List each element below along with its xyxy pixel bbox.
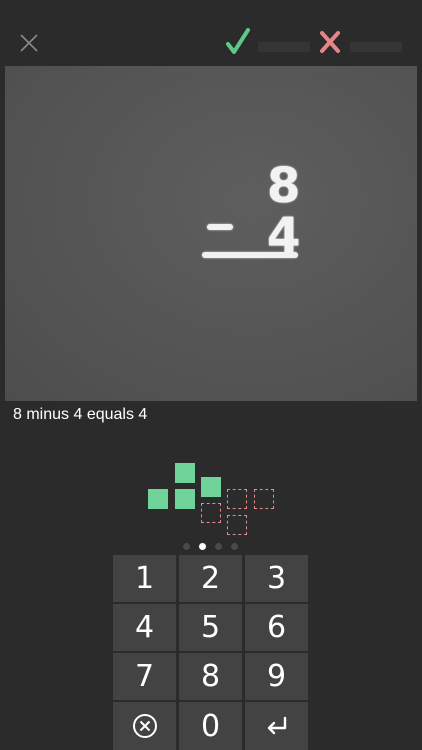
key-1[interactable]: 1 xyxy=(113,555,176,602)
empty-block xyxy=(254,489,274,509)
clear-key[interactable] xyxy=(113,702,176,750)
key-9[interactable]: 9 xyxy=(245,653,308,700)
filled-block xyxy=(175,489,195,509)
chalkboard: 8 4 xyxy=(5,66,417,401)
pager-dot-active[interactable] xyxy=(199,543,206,550)
empty-block xyxy=(227,489,247,509)
key-0[interactable]: 0 xyxy=(179,702,242,750)
enter-key[interactable] xyxy=(245,702,308,750)
close-icon xyxy=(20,34,38,52)
correct-score-bar xyxy=(258,42,310,52)
pager-dot[interactable] xyxy=(215,543,222,550)
empty-block xyxy=(201,503,221,523)
key-5[interactable]: 5 xyxy=(179,604,242,651)
wrong-score-bar xyxy=(350,42,402,52)
problem-caption: 8 minus 4 equals 4 xyxy=(13,406,148,423)
close-button[interactable] xyxy=(14,28,44,58)
key-4[interactable]: 4 xyxy=(113,604,176,651)
clear-icon xyxy=(132,714,157,738)
checkmark-icon xyxy=(226,28,250,54)
minus-sign xyxy=(207,224,233,230)
enter-icon xyxy=(267,716,286,735)
key-3[interactable]: 3 xyxy=(245,555,308,602)
key-8[interactable]: 8 xyxy=(179,653,242,700)
key-7[interactable]: 7 xyxy=(113,653,176,700)
top-bar xyxy=(0,0,422,66)
top-number: 8 xyxy=(267,158,301,214)
filled-block xyxy=(201,477,221,497)
key-6[interactable]: 6 xyxy=(245,604,308,651)
pager-dot[interactable] xyxy=(183,543,190,550)
pager-dot[interactable] xyxy=(231,543,238,550)
filled-block xyxy=(175,463,195,483)
key-2[interactable]: 2 xyxy=(179,555,242,602)
answer-line xyxy=(202,252,298,258)
filled-block xyxy=(148,489,168,509)
number-keypad: 1 2 3 4 5 6 7 8 9 0 xyxy=(113,555,308,750)
x-icon xyxy=(320,31,340,53)
empty-block xyxy=(227,515,247,535)
